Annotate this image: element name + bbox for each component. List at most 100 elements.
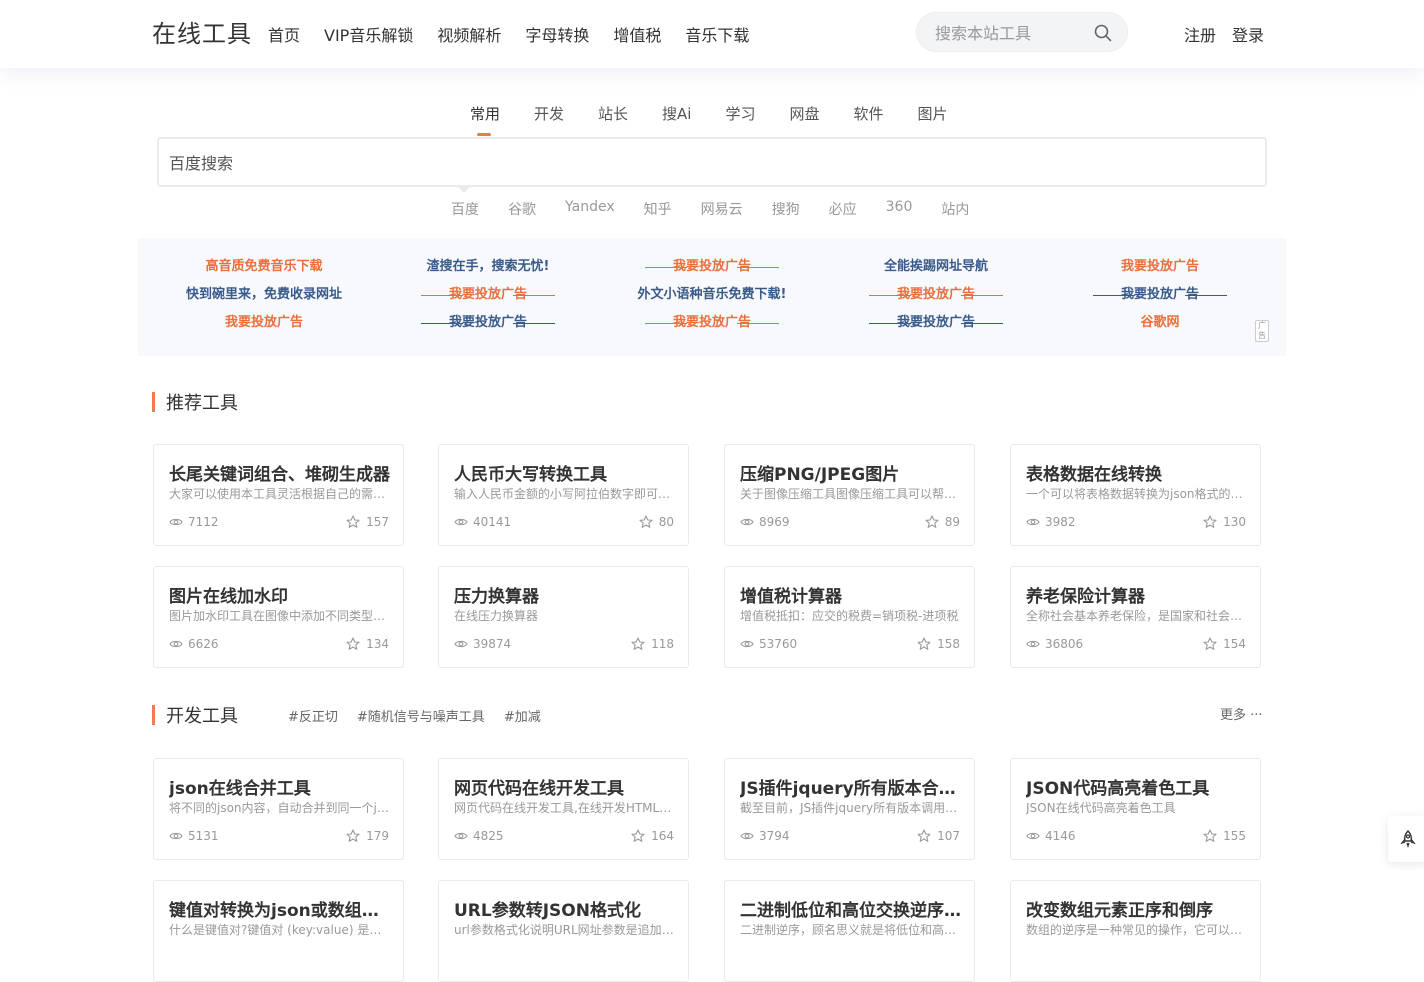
nav-item-letter-convert[interactable]: 字母转换 (525, 22, 589, 46)
tag-link[interactable]: #反正切 (288, 706, 338, 725)
ad-link[interactable]: 我要投放广告 (376, 314, 600, 342)
nav-item-home[interactable]: 首页 (268, 22, 300, 46)
tool-card-stars[interactable]: 164 (631, 829, 674, 843)
tool-card-stars[interactable]: 154 (1203, 637, 1246, 651)
tool-card-title[interactable]: 键值对转换为json或数组格式 (169, 896, 394, 921)
tool-card-stars[interactable]: 155 (1203, 829, 1246, 843)
star-count: 80 (658, 515, 674, 529)
engine-google[interactable]: 谷歌 (508, 199, 536, 219)
nav-item-vip-music[interactable]: VIP音乐解锁 (324, 22, 413, 46)
tool-card[interactable]: json在线合并工具将不同的json内容，自动合并到同一个json对象中 5131… (153, 758, 404, 860)
nav-item-video-parse[interactable]: 视频解析 (437, 22, 501, 46)
engine-yandex[interactable]: Yandex (565, 199, 615, 219)
view-count: 8969 (759, 515, 790, 529)
tool-card[interactable]: JS插件jquery所有版本合集。 截至目前，JS插件jquery所有版本调用地址… (724, 758, 975, 860)
ad-link[interactable]: 高音质免费音乐下载 (152, 258, 376, 286)
tool-card[interactable]: 二进制低位和高位交换逆序(反转) 二进制逆序，顾名思义就是将低位和高位交换 (724, 880, 975, 982)
section-title: 推荐工具 (166, 393, 238, 414)
ad-link[interactable]: 全能挨踢网址导航 (824, 258, 1048, 286)
site-logo[interactable]: 在线工具 (152, 14, 252, 49)
tab-images[interactable]: 图片 (918, 103, 948, 130)
tool-card-title[interactable]: json在线合并工具 (169, 774, 394, 799)
tool-card-desc: 图片加水印工具在图像中添加不同类型的水印 (169, 609, 391, 623)
ad-link[interactable]: 我要投放广告 (1048, 258, 1272, 286)
tool-card-stars[interactable]: 157 (346, 515, 389, 529)
tool-card[interactable]: 增值税计算器 增值税抵扣：应交的税费=销项税-进项税 53760 158 (724, 566, 975, 668)
tool-card-title[interactable]: 人民币大写转换工具 (454, 460, 679, 485)
ad-link[interactable]: 我要投放广告 (376, 286, 600, 314)
ad-link[interactable]: 快到碗里来，免费收录网址 (152, 286, 376, 314)
main-search-input[interactable] (169, 151, 1069, 175)
engine-zhihu[interactable]: 知乎 (644, 199, 672, 219)
tag-link[interactable]: #随机信号与噪声工具 (357, 706, 485, 725)
tag-link[interactable]: #加减 (504, 706, 541, 725)
tool-card-title[interactable]: 压力换算器 (454, 582, 679, 607)
tool-card[interactable]: 表格数据在线转换一个可以将表格数据转换为json格式的在线工具 3982 130 (1010, 444, 1261, 546)
ad-link[interactable]: 渣搜在手，搜索无忧! (376, 258, 600, 286)
search-icon[interactable] (1093, 23, 1113, 43)
tool-card[interactable]: 压缩PNG/JPEG图片关于图像压缩工具图像压缩工具可以帮助您压缩图片 8969 8… (724, 444, 975, 546)
ad-link[interactable]: 我要投放广告 (600, 314, 824, 342)
tool-card[interactable]: JSON代码高亮着色工具 JSON在线代码高亮着色工具 4146 155 (1010, 758, 1261, 860)
tab-software[interactable]: 软件 (854, 103, 884, 130)
tool-card-title[interactable]: 图片在线加水印 (169, 582, 394, 607)
tool-card-title[interactable]: 增值税计算器 (740, 582, 965, 607)
tool-card-desc: 二进制逆序，顾名思义就是将低位和高位交换 (740, 923, 962, 937)
tool-card-stars[interactable]: 130 (1203, 515, 1246, 529)
tab-webmaster[interactable]: 站长 (598, 103, 628, 130)
engine-site[interactable]: 站内 (941, 199, 969, 219)
login-link[interactable]: 登录 (1232, 22, 1264, 46)
tool-card-stars[interactable]: 107 (917, 829, 960, 843)
tool-card-stars[interactable]: 118 (631, 637, 674, 651)
tool-card-title[interactable]: 网页代码在线开发工具 (454, 774, 679, 799)
tab-common[interactable]: 常用 (470, 103, 500, 136)
engine-baidu[interactable]: 百度 (451, 199, 479, 219)
tool-card[interactable]: 压力换算器 在线压力换算器 39874 118 (438, 566, 689, 668)
engine-360[interactable]: 360 (886, 199, 913, 219)
register-link[interactable]: 注册 (1184, 22, 1216, 46)
tool-card[interactable]: URL参数转JSON格式化 url参数格式化说明URL网址参数是追加在链接后的 (438, 880, 689, 982)
tool-card[interactable]: 改变数组元素正序和倒序数组的逆序是一种常见的操作，它可以将数组反转 (1010, 880, 1261, 982)
tab-dev[interactable]: 开发 (534, 103, 564, 130)
tool-card-title[interactable]: 长尾关键词组合、堆砌生成器 (169, 460, 394, 485)
tool-card-stars[interactable]: 80 (639, 515, 674, 529)
tool-card-title[interactable]: 压缩PNG/JPEG图片 (740, 460, 965, 485)
tool-card[interactable]: 人民币大写转换工具输入人民币金额的小写阿拉伯数字即可转换为大写 40141 80 (438, 444, 689, 546)
tool-card-title[interactable]: JS插件jquery所有版本合集。 (740, 774, 965, 799)
tool-card[interactable]: 网页代码在线开发工具网页代码在线开发工具,在线开发HTML代码并实时预览 4825… (438, 758, 689, 860)
back-to-top-button[interactable] (1388, 816, 1424, 862)
tool-card-stars[interactable]: 89 (925, 515, 960, 529)
tool-card-title[interactable]: URL参数转JSON格式化 (454, 896, 679, 921)
tool-card-title[interactable]: JSON代码高亮着色工具 (1026, 774, 1251, 799)
ad-close-button[interactable]: 广告 (1255, 320, 1269, 342)
tool-card-stars[interactable]: 179 (346, 829, 389, 843)
tool-card[interactable]: 图片在线加水印 图片加水印工具在图像中添加不同类型的水印 6626 134 (153, 566, 404, 668)
tool-card-title[interactable]: 表格数据在线转换 (1026, 460, 1251, 485)
tool-card-stars[interactable]: 158 (917, 637, 960, 651)
ad-link[interactable]: 我要投放广告 (152, 314, 376, 342)
nav-item-music-download[interactable]: 音乐下载 (685, 22, 749, 46)
ad-link[interactable]: 我要投放广告 (1048, 286, 1272, 314)
top-header: 在线工具 首页 VIP音乐解锁 视频解析 字母转换 增值税 音乐下载 注册 登录 (0, 0, 1424, 68)
tab-study[interactable]: 学习 (725, 103, 755, 130)
tool-card-title[interactable]: 养老保险计算器 (1026, 582, 1251, 607)
nav-item-vat[interactable]: 增值税 (613, 22, 661, 46)
tool-card[interactable]: 长尾关键词组合、堆砌生成器大家可以使用本工具灵活根据自己的需求，生成长尾关键词 7… (153, 444, 404, 546)
ad-link[interactable]: 谷歌网 (1048, 314, 1272, 342)
tool-card[interactable]: 养老保险计算器全称社会基本养老保险，是国家和社会根据一定的法律 36806 154 (1010, 566, 1261, 668)
tool-card-title[interactable]: 改变数组元素正序和倒序 (1026, 896, 1251, 921)
ad-link[interactable]: 我要投放广告 (600, 258, 824, 286)
tab-search-ai[interactable]: 搜Ai (662, 103, 691, 130)
ad-link[interactable]: 我要投放广告 (824, 286, 1048, 314)
engine-sogou[interactable]: 搜狗 (772, 199, 800, 219)
engine-netease-music[interactable]: 网易云 (701, 199, 743, 219)
ad-link[interactable]: 外文小语种音乐免费下载! (600, 286, 824, 314)
tool-card-title[interactable]: 二进制低位和高位交换逆序(反转) (740, 896, 965, 921)
tool-card-stars[interactable]: 134 (346, 637, 389, 651)
more-link[interactable]: 更多 ··· (1220, 704, 1263, 723)
engine-bing[interactable]: 必应 (829, 199, 857, 219)
tool-card[interactable]: 键值对转换为json或数组格式 什么是键值对?键值对 (key:value) 是一… (153, 880, 404, 982)
site-search-input[interactable] (935, 22, 1095, 44)
ad-link[interactable]: 我要投放广告 (824, 314, 1048, 342)
tab-netdisk[interactable]: 网盘 (790, 103, 820, 130)
